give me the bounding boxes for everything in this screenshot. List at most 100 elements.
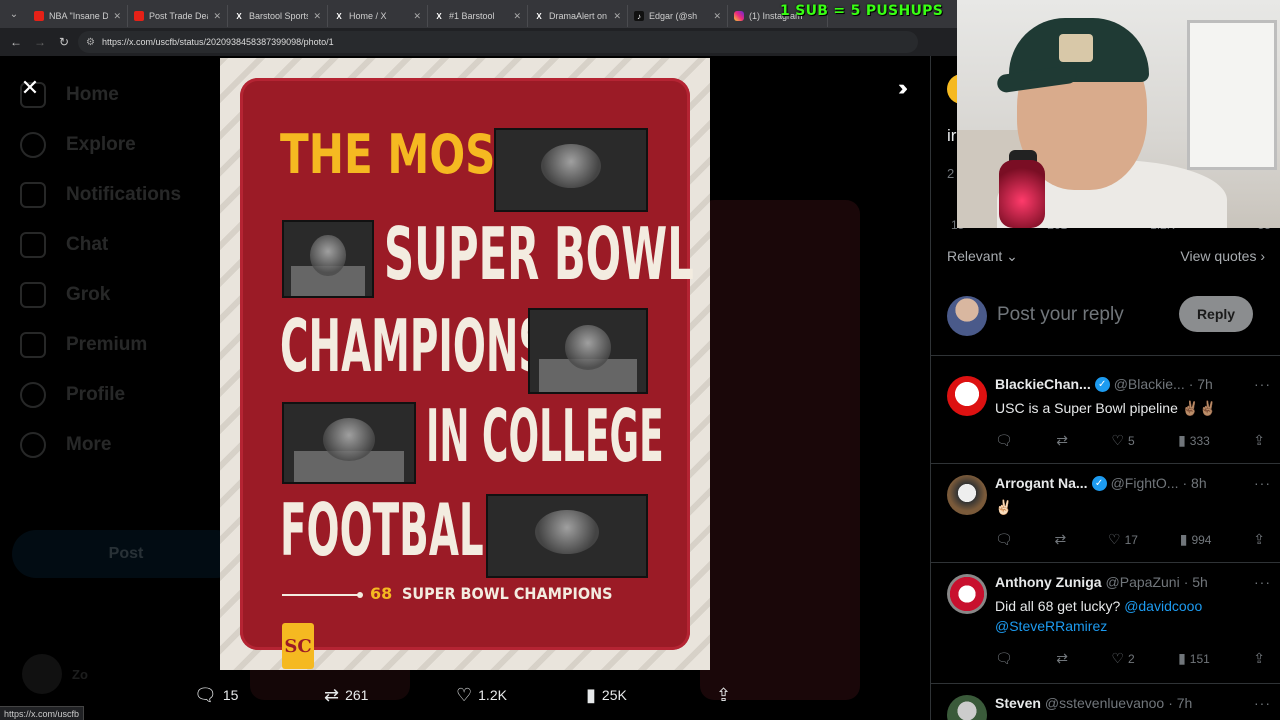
- reply-bubble-icon: 🗨: [995, 650, 1013, 666]
- reply-action[interactable]: 🗨 15: [194, 685, 238, 706]
- poster-divider-dot: [357, 592, 363, 598]
- tab-title: #1 Barstool: [449, 11, 495, 21]
- tab-close-icon[interactable]: ✕: [113, 11, 121, 22]
- reply-input[interactable]: Post your reply: [997, 304, 1124, 326]
- like-action[interactable]: ♡ 2: [1111, 650, 1134, 667]
- more-options-icon[interactable]: ···: [1254, 475, 1271, 491]
- browser-tab[interactable]: X Barstool Sports ✕: [228, 5, 328, 27]
- avatar[interactable]: [947, 475, 987, 515]
- mail-icon: [20, 232, 46, 258]
- repost-action[interactable]: ⇄ 261: [324, 685, 368, 706]
- browser-tab[interactable]: Post Trade Dea ✕: [128, 5, 228, 27]
- reply-action[interactable]: 🗨: [995, 531, 1013, 548]
- sidebar-item-explore[interactable]: Explore: [20, 120, 240, 170]
- reply-item[interactable]: Steven @sstevenluevanoo · 7h ···: [931, 685, 1280, 720]
- sidebar-item-chat[interactable]: Chat: [20, 220, 240, 270]
- tab-title: Home / X: [349, 11, 387, 21]
- like-action[interactable]: ♡ 5: [1111, 432, 1134, 449]
- views-bar-chart-icon: ▮: [586, 684, 596, 705]
- sidebar-item-premium[interactable]: Premium: [20, 320, 240, 370]
- reply-time[interactable]: · 7h: [1189, 376, 1213, 392]
- share-action[interactable]: ⇪: [1253, 432, 1265, 449]
- more-options-icon[interactable]: ···: [1254, 376, 1271, 392]
- close-icon[interactable]: ✕: [16, 74, 44, 102]
- x-logo-icon: X: [236, 11, 242, 21]
- views-action[interactable]: ▮ 333: [1178, 432, 1210, 449]
- reply-author-handle[interactable]: @PapaZuni: [1106, 574, 1180, 590]
- tab-close-icon[interactable]: ✕: [713, 11, 721, 22]
- view-quotes-link[interactable]: View quotes ›: [1180, 248, 1265, 265]
- post-button[interactable]: Post: [12, 530, 240, 578]
- repost-action[interactable]: ⇄: [1056, 432, 1068, 449]
- like-action[interactable]: ♡ 17: [1108, 531, 1138, 548]
- reply-time[interactable]: · 8h: [1182, 475, 1206, 491]
- avatar[interactable]: [947, 376, 987, 416]
- reply-author-handle[interactable]: @Blackie...: [1114, 376, 1185, 392]
- share-action[interactable]: ⇪: [716, 685, 731, 706]
- avatar[interactable]: [947, 574, 987, 614]
- tab-close-icon[interactable]: ✕: [313, 11, 321, 22]
- views-action[interactable]: ▮ 25K: [586, 685, 627, 706]
- expand-chevrons-icon[interactable]: ›››: [886, 74, 914, 102]
- reply-author-name[interactable]: Steven: [995, 695, 1041, 711]
- share-action[interactable]: ⇪: [1253, 650, 1265, 667]
- share-action[interactable]: ⇪: [1253, 531, 1265, 548]
- reply-author-name[interactable]: BlackieChan...: [995, 376, 1091, 392]
- blurred-media-echo-right: [700, 200, 860, 700]
- youtube-icon: [34, 11, 44, 21]
- reply-time[interactable]: · 5h: [1184, 574, 1208, 590]
- views-action[interactable]: ▮ 151: [1178, 650, 1210, 667]
- poster-line-4: IN COLLEGE: [426, 394, 664, 478]
- repost-action[interactable]: ⇄: [1055, 531, 1067, 548]
- views-action[interactable]: ▮ 994: [1180, 531, 1212, 548]
- tab-close-icon[interactable]: ✕: [613, 11, 621, 22]
- sidebar-item-label: Home: [66, 84, 119, 105]
- avatar[interactable]: [947, 695, 987, 720]
- browser-tab[interactable]: X Home / X ✕: [328, 5, 428, 27]
- tab-title: DramaAlert on: [549, 11, 608, 21]
- media-image[interactable]: THE MOST SUPER BOWL CHAMPIONS IN COLLEGE…: [220, 58, 710, 670]
- reply-bubble-icon: 🗨: [194, 684, 217, 705]
- sidebar-item-grok[interactable]: Grok: [20, 270, 240, 320]
- reply-bubble-icon: 🗨: [995, 531, 1013, 547]
- reply-item[interactable]: Anthony Zuniga @PapaZuni · 5h ··· Did al…: [931, 564, 1280, 684]
- reply-author-handle[interactable]: @sstevenluevanoo: [1045, 695, 1164, 711]
- url-field[interactable]: ⚙ https://x.com/uscfb/status/20209384583…: [78, 31, 918, 53]
- sidebar-item-home[interactable]: Home: [20, 70, 240, 120]
- browser-tab[interactable]: X #1 Barstool ✕: [428, 5, 528, 27]
- site-info-icon[interactable]: ⚙: [86, 37, 95, 48]
- reply-author-name[interactable]: Anthony Zuniga: [995, 574, 1102, 590]
- reply-author-handle[interactable]: @FightO...: [1111, 475, 1179, 491]
- more-options-icon[interactable]: ···: [1254, 574, 1271, 590]
- reply-author-name[interactable]: Arrogant Na...: [995, 475, 1088, 491]
- sidebar-item-more[interactable]: More: [20, 420, 240, 470]
- browser-tab[interactable]: X DramaAlert on ✕: [528, 5, 628, 27]
- back-arrow-icon[interactable]: ←: [6, 32, 26, 52]
- browser-tab[interactable]: ♪ Edgar (@sh ✕: [628, 5, 728, 27]
- like-action[interactable]: ♡ 1.2K: [456, 685, 507, 706]
- heart-icon: ♡: [1111, 432, 1124, 448]
- sidebar-item-profile[interactable]: Profile: [20, 370, 240, 420]
- reply-action[interactable]: 🗨: [995, 650, 1013, 667]
- tab-close-icon[interactable]: ✕: [413, 11, 421, 22]
- forward-arrow-icon[interactable]: →: [30, 32, 50, 52]
- reply-button[interactable]: Reply: [1179, 296, 1253, 332]
- browser-tab[interactable]: NBA "Insane D ✕: [28, 5, 128, 27]
- like-count: 2: [1127, 651, 1135, 666]
- reply-action[interactable]: 🗨: [995, 432, 1013, 449]
- reload-icon[interactable]: ↻: [54, 32, 74, 52]
- tiktok-icon: ♪: [634, 11, 644, 21]
- reply-item[interactable]: Arrogant Na... ✓ @FightO... · 8h ··· ✌🏻 …: [931, 465, 1280, 563]
- repost-action[interactable]: ⇄: [1056, 650, 1068, 667]
- tab-search-chevron-icon[interactable]: ⌄: [0, 0, 28, 28]
- poster-count: 68: [370, 584, 393, 603]
- tab-close-icon[interactable]: ✕: [213, 11, 221, 22]
- reply-item[interactable]: BlackieChan... ✓ @Blackie... · 7h ··· US…: [931, 366, 1280, 464]
- views-bar-chart-icon: ▮: [1178, 650, 1186, 666]
- poster-line-5: FOOTBALL: [280, 488, 509, 572]
- more-options-icon[interactable]: ···: [1254, 695, 1271, 711]
- reply-time[interactable]: · 7h: [1168, 695, 1192, 711]
- tab-close-icon[interactable]: ✕: [513, 11, 521, 22]
- sidebar-item-notifications[interactable]: Notifications: [20, 170, 240, 220]
- sort-dropdown[interactable]: Relevant ⌄: [947, 248, 1018, 265]
